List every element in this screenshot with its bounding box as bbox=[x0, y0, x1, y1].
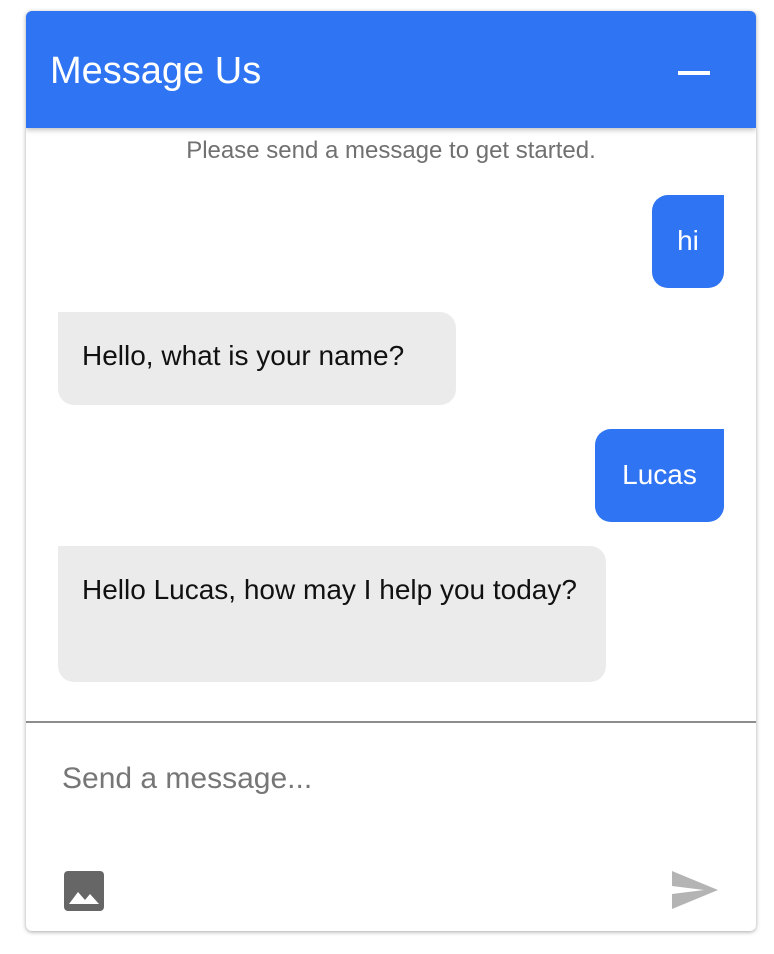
message-input[interactable] bbox=[62, 753, 682, 805]
empty-state-hint: Please send a message to get started. bbox=[186, 137, 596, 164]
message-text: Lucas bbox=[622, 459, 697, 490]
message-list[interactable]: Please send a message to get started. hi… bbox=[26, 128, 756, 721]
user-message-bubble: hi bbox=[652, 195, 724, 288]
bot-message-bubble: Hello Lucas, how may I help you today? bbox=[58, 546, 606, 682]
minus-icon bbox=[678, 71, 710, 75]
attach-image-button[interactable] bbox=[64, 871, 104, 911]
image-icon bbox=[64, 871, 104, 911]
bot-message-bubble: Hello, what is your name? bbox=[58, 312, 456, 405]
minimize-button[interactable] bbox=[666, 51, 722, 95]
chat-header: Message Us bbox=[26, 11, 756, 128]
send-icon bbox=[672, 871, 718, 909]
message-text: hi bbox=[677, 225, 699, 256]
user-message-bubble: Lucas bbox=[595, 429, 724, 522]
message-text: Hello, what is your name? bbox=[82, 340, 405, 371]
chat-widget: Message Us Please send a message to get … bbox=[26, 11, 756, 931]
message-composer bbox=[26, 723, 756, 931]
send-button[interactable] bbox=[670, 869, 720, 911]
message-text: Hello Lucas, how may I help you today? bbox=[82, 574, 577, 605]
header-title: Message Us bbox=[50, 50, 262, 92]
